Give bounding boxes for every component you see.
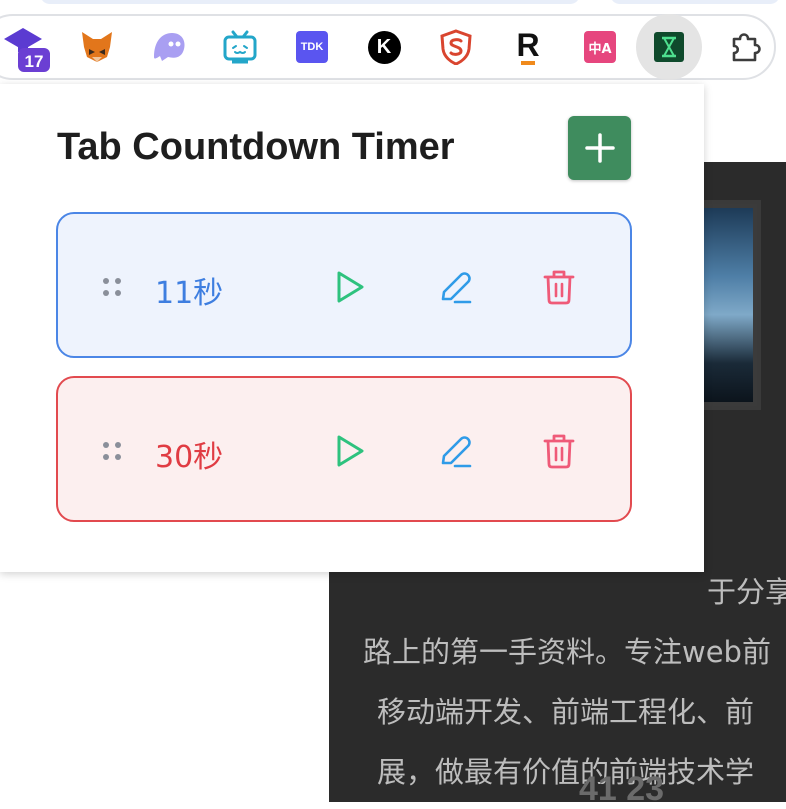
pencil-icon	[441, 436, 472, 468]
timer-item[interactable]: 30秒	[56, 376, 632, 522]
hourglass-icon	[654, 32, 684, 62]
extension-puzzle[interactable]	[720, 22, 770, 72]
extension-tdk[interactable]: TDK	[287, 22, 337, 72]
play-icon	[337, 435, 364, 467]
tab-strip	[0, 0, 786, 6]
drag-handle-icon[interactable]	[100, 439, 124, 463]
edit-button[interactable]	[433, 429, 477, 473]
translate-icon: 中A	[584, 31, 616, 63]
timer-label: 30秒	[155, 440, 224, 475]
r-icon: R	[513, 29, 543, 65]
extension-tab-countdown-timer[interactable]	[636, 14, 702, 80]
article-line: 于分享	[707, 575, 786, 609]
delete-button[interactable]	[537, 429, 581, 473]
fox-icon	[82, 32, 112, 62]
tdk-icon-text: TDK	[300, 41, 324, 53]
translate-icon-text: 中A	[588, 41, 612, 57]
add-timer-button[interactable]	[568, 116, 631, 180]
article-line: 路上的第一手资料。专注web前	[363, 635, 771, 669]
extension-ghost[interactable]	[143, 22, 193, 72]
r-icon-text: R	[516, 27, 540, 63]
edit-button[interactable]	[433, 265, 477, 309]
timer-label: 11秒	[155, 276, 224, 311]
extension-graduation-cap[interactable]: 17	[0, 22, 50, 72]
puzzle-icon	[732, 33, 761, 62]
trash-icon	[543, 434, 575, 469]
graduation-cap-icon: 17	[4, 28, 50, 72]
ghost-icon	[154, 33, 185, 61]
play-icon	[337, 271, 364, 303]
extension-k[interactable]: K	[359, 22, 409, 72]
extension-badge: 17	[25, 52, 44, 71]
shield-s-icon	[440, 29, 472, 65]
k-icon: K	[367, 30, 401, 64]
delete-button[interactable]	[537, 265, 581, 309]
article-stats: 41 23	[579, 770, 665, 808]
extension-shield[interactable]	[431, 22, 481, 72]
extension-translate[interactable]: 中A	[575, 22, 625, 72]
pencil-icon	[441, 272, 472, 304]
extension-r[interactable]: R	[503, 22, 553, 72]
tab-shape	[40, 0, 580, 4]
popup-title: Tab Countdown Timer	[57, 126, 455, 168]
article-text: 于分享 路上的第一手资料。专注web前 移动端开发、前端工程化、前 展，做最有价…	[363, 562, 786, 802]
tab-shape	[610, 0, 780, 4]
article-line: 移动端开发、前端工程化、前	[377, 695, 755, 729]
trash-icon	[543, 270, 575, 305]
extension-fox[interactable]	[72, 22, 122, 72]
drag-handle-icon[interactable]	[100, 275, 124, 299]
k-icon-text: K	[376, 35, 392, 58]
tv-icon	[223, 30, 257, 64]
timer-item[interactable]: 11秒	[56, 212, 632, 358]
play-button[interactable]	[328, 429, 372, 473]
plus-icon	[584, 133, 615, 163]
play-button[interactable]	[328, 265, 372, 309]
extension-tv[interactable]	[215, 22, 265, 72]
tdk-icon: TDK	[296, 31, 328, 63]
extension-popup: Tab Countdown Timer 11秒 30秒	[0, 84, 704, 572]
